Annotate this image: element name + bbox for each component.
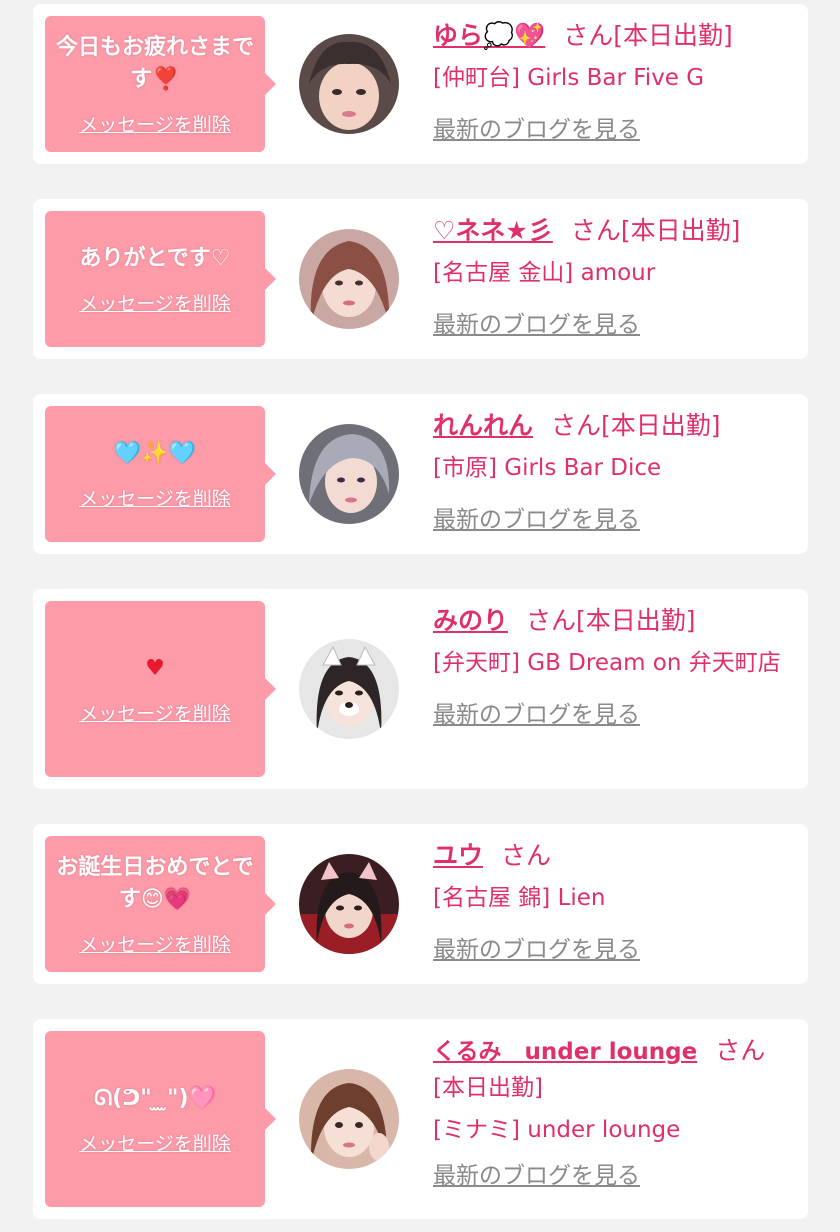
working-today-label: [本日出勤]: [433, 1075, 543, 1101]
message-bubble: 🩵✨🩵 メッセージを削除: [45, 406, 276, 542]
delete-message-link[interactable]: メッセージを削除: [79, 1129, 231, 1156]
cast-info: くるみ under lounge さん [本日出勤] [ミナミ] under lo…: [433, 1033, 794, 1190]
avatar[interactable]: [299, 424, 399, 524]
message-text: ありがとです♡: [79, 245, 231, 271]
avatar-image: [299, 639, 399, 739]
message-text: 🩵✨🩵: [113, 440, 197, 466]
cast-status: さん: [715, 1036, 766, 1065]
cast-status: さん[本日出勤]: [551, 411, 721, 440]
view-blog-link[interactable]: 最新のブログを見る: [433, 110, 640, 144]
message-card: 🩵✨🩵 メッセージを削除 れんれん さん[本日出勤] [市原] Girls Bar…: [33, 394, 808, 554]
shop-name: [仲町台] Girls Bar Five G: [433, 65, 705, 91]
avatar-image: [299, 424, 399, 524]
cast-info: みのり さん[本日出勤] [弁天町] GB Dream on 弁天町店 最新のブロ…: [433, 603, 794, 729]
cast-name-link[interactable]: くるみ under lounge: [433, 1039, 697, 1065]
delete-message-link[interactable]: メッセージを削除: [79, 930, 231, 957]
message-text: お誕生日おめでとです😊💗: [56, 854, 254, 912]
message-bubble: ありがとです♡ メッセージを削除: [45, 211, 276, 347]
delete-message-link[interactable]: メッセージを削除: [79, 699, 231, 726]
message-bubble: 今日もお疲れさまです❣️ メッセージを削除: [45, 16, 276, 152]
shop-name: [ミナミ] under lounge: [433, 1117, 681, 1143]
avatar-image: [299, 854, 399, 954]
shop-name: [名古屋 金山] amour: [433, 260, 656, 286]
message-card: ♥ メッセージを削除 みのり さん[本日出勤] [弁天町] GB Dream on…: [33, 589, 808, 789]
delete-message-link[interactable]: メッセージを削除: [79, 289, 231, 316]
message-card: 今日もお疲れさまです❣️ メッセージを削除 ゆら💭💖 さん[本日出勤] [仲町台]…: [33, 4, 808, 164]
message-bubble: ♥ メッセージを削除: [45, 601, 276, 777]
message-text: ♥: [145, 655, 165, 681]
avatar[interactable]: [299, 854, 399, 954]
message-card: お誕生日おめでとです😊💗 メッセージを削除 ユウ さん [名古屋 錦] Lien …: [33, 824, 808, 984]
message-card: ᘏ(ᕤ" ̫ ̫")🩷 メッセージを削除 くるみ under lounge さん …: [33, 1019, 808, 1219]
view-blog-link[interactable]: 最新のブログを見る: [433, 1156, 640, 1190]
view-blog-link[interactable]: 最新のブログを見る: [433, 695, 640, 729]
view-blog-link[interactable]: 最新のブログを見る: [433, 930, 640, 964]
shop-name: [弁天町] GB Dream on 弁天町店: [433, 650, 781, 676]
cast-info: ♡ネネ★彡 さん[本日出勤] [名古屋 金山] amour 最新のブログを見る: [433, 213, 794, 339]
cast-status: さん[本日出勤]: [570, 216, 741, 245]
avatar[interactable]: [299, 639, 399, 739]
view-blog-link[interactable]: 最新のブログを見る: [433, 305, 640, 339]
cast-status: さん[本日出勤]: [563, 21, 733, 50]
delete-message-link[interactable]: メッセージを削除: [79, 110, 231, 137]
message-text: ᘏ(ᕤ" ̫ ̫")🩷: [94, 1085, 216, 1111]
cast-name-link[interactable]: ユウ: [433, 841, 483, 870]
message-list: 今日もお疲れさまです❣️ メッセージを削除 ゆら💭💖 さん[本日出勤] [仲町台]…: [0, 0, 840, 1232]
avatar[interactable]: [299, 1069, 399, 1169]
cast-name-link[interactable]: れんれん: [433, 411, 533, 440]
shop-name: [名古屋 錦] Lien: [433, 885, 606, 911]
avatar-image: [299, 34, 399, 134]
cast-name-link[interactable]: ♡ネネ★彡: [433, 216, 553, 245]
shop-name: [市原] Girls Bar Dice: [433, 455, 662, 481]
cast-info: ユウ さん [名古屋 錦] Lien 最新のブログを見る: [433, 838, 794, 964]
delete-message-link[interactable]: メッセージを削除: [79, 484, 231, 511]
cast-status: さん: [501, 841, 552, 870]
message-card: ありがとです♡ メッセージを削除 ♡ネネ★彡 さん[本日出勤] [名古屋 金山] …: [33, 199, 808, 359]
message-bubble: お誕生日おめでとです😊💗 メッセージを削除: [45, 836, 276, 972]
avatar[interactable]: [299, 229, 399, 329]
view-blog-link[interactable]: 最新のブログを見る: [433, 500, 640, 534]
cast-status: さん[本日出勤]: [526, 606, 696, 635]
message-text: 今日もお疲れさまです❣️: [55, 34, 254, 92]
avatar-image: [299, 229, 399, 329]
avatar-image: [299, 1069, 399, 1169]
cast-info: れんれん さん[本日出勤] [市原] Girls Bar Dice 最新のブログを…: [433, 408, 794, 534]
message-bubble: ᘏ(ᕤ" ̫ ̫")🩷 メッセージを削除: [45, 1031, 276, 1207]
cast-info: ゆら💭💖 さん[本日出勤] [仲町台] Girls Bar Five G 最新のブ…: [433, 18, 794, 144]
avatar[interactable]: [299, 34, 399, 134]
cast-name-link[interactable]: ゆら💭💖: [433, 21, 545, 50]
cast-name-link[interactable]: みのり: [433, 606, 508, 635]
